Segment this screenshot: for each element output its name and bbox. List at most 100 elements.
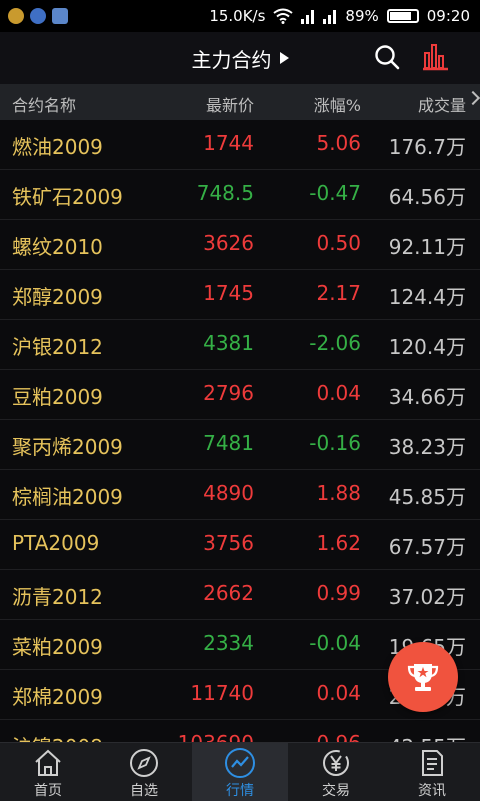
latest-price: 11740 [190,681,254,705]
tab-label: 交易 [322,783,350,799]
table-row[interactable]: 燃油2009 1744 5.06 176.7万 [0,120,480,170]
clock: 09:20 [426,7,470,25]
network-speed: 15.0K/s [209,7,266,25]
latest-price: 2334 [203,631,254,655]
table-row[interactable]: 聚丙烯2009 7481 -0.16 38.23万 [0,420,480,470]
tab-label: 自选 [130,783,158,799]
latest-price: 103690 [178,731,254,742]
volume: 92.11万 [388,235,466,259]
table-row[interactable]: 沪银2012 4381 -2.06 120.4万 [0,320,480,370]
contract-name: PTA2009 [12,531,100,555]
contract-name: 沪镍2008 [12,731,103,742]
column-name[interactable]: 合约名称 [12,92,76,116]
latest-price: 748.5 [196,181,254,205]
tab-yen[interactable]: 交易 [288,743,384,801]
table-row[interactable]: 豆粕2009 2796 0.04 34.66万 [0,370,480,420]
search-icon[interactable] [372,42,402,72]
volume: 120.4万 [388,335,466,359]
tab-document[interactable]: 资讯 [384,743,480,801]
battery-percent: 89% [345,7,379,25]
change-percent: 0.96 [316,731,361,742]
volume: 67.57万 [388,535,466,559]
tab-home[interactable]: 首页 [0,743,96,801]
table-row[interactable]: 沥青2012 2662 0.99 37.02万 [0,570,480,620]
column-volume[interactable]: 成交量 [418,92,466,116]
column-change[interactable]: 涨幅% [314,92,361,116]
contract-selector[interactable]: 主力合约 [192,44,289,73]
volume: 34.66万 [388,385,466,409]
latest-price: 1744 [203,131,254,155]
tab-label: 行情 [226,783,254,799]
latest-price: 2796 [203,381,254,405]
volume: 38.23万 [388,435,466,459]
battery-icon [386,9,419,23]
latest-price: 1745 [203,281,254,305]
signal-1-icon [301,10,315,24]
tab-compass[interactable]: 自选 [96,743,192,801]
volume: 124.4万 [388,285,466,309]
change-percent: 0.50 [316,231,361,255]
contract-name: 豆粕2009 [12,385,103,409]
status-bar: 15.0K/s 89% 09:20 [0,0,480,32]
table-row[interactable]: 铁矿石2009 748.5 -0.47 64.56万 [0,170,480,220]
contract-name: 聚丙烯2009 [12,435,123,459]
change-percent: 2.17 [316,281,361,305]
change-percent: -0.04 [309,631,361,655]
chevron-right-icon[interactable] [465,90,480,106]
change-percent: 0.04 [316,381,361,405]
trophy-icon [407,664,439,691]
notification-weather-icon [52,8,68,24]
latest-price: 3756 [203,531,254,555]
title-bar: 主力合约 [0,32,480,84]
bar-chart-icon[interactable] [420,42,450,72]
change-percent: -2.06 [309,331,361,355]
table-row[interactable]: 棕榈油2009 4890 1.88 45.85万 [0,470,480,520]
contract-name: 沪银2012 [12,335,103,359]
contract-name: 铁矿石2009 [12,185,123,209]
contract-name: 燃油2009 [12,135,103,159]
latest-price: 3626 [203,231,254,255]
contract-name: 沥青2012 [12,585,103,609]
notification-browser-icon [30,8,46,24]
tab-label: 首页 [34,783,62,799]
tab-trend[interactable]: 行情 [192,743,288,801]
change-percent: 1.88 [316,481,361,505]
latest-price: 7481 [203,431,254,455]
wifi-icon [273,8,294,24]
column-header: 合约名称 最新价 涨幅% 成交量 [0,84,480,120]
volume: 176.7万 [388,135,466,159]
bottom-tab-bar: 首页 自选 行情 交易 资讯 [0,742,480,801]
table-row[interactable]: 郑醇2009 1745 2.17 124.4万 [0,270,480,320]
latest-price: 4381 [203,331,254,355]
change-percent: 5.06 [316,131,361,155]
notification-app-icon [8,8,24,24]
contract-name: 棕榈油2009 [12,485,123,509]
change-percent: 1.62 [316,531,361,555]
home-icon [35,749,61,776]
trophy-button[interactable] [388,642,458,712]
change-percent: -0.16 [309,431,361,455]
trend-icon [225,748,255,778]
signal-2-icon [323,10,337,24]
volume: 45.85万 [388,485,466,509]
volume: 42.55万 [389,731,466,742]
page-title: 主力合约 [191,47,272,72]
contract-name: 螺纹2010 [12,235,103,259]
change-percent: 0.04 [316,681,361,705]
triangle-right-icon [279,52,289,64]
yen-icon [323,750,349,776]
table-row[interactable]: 螺纹2010 3626 0.50 92.11万 [0,220,480,270]
document-icon [422,750,443,776]
tab-label: 资讯 [418,783,446,799]
latest-price: 2662 [203,581,254,605]
volume: 64.56万 [388,185,466,209]
table-row[interactable]: 沪镍2008 103690 0.96 42.55万 [0,720,480,742]
column-price[interactable]: 最新价 [206,92,254,116]
change-percent: 0.99 [316,581,361,605]
latest-price: 4890 [203,481,254,505]
compass-icon [130,749,158,777]
contract-name: 菜粕2009 [12,635,103,659]
volume: 37.02万 [388,585,466,609]
table-row[interactable]: PTA2009 3756 1.62 67.57万 [0,520,480,570]
contract-name: 郑醇2009 [12,285,103,309]
